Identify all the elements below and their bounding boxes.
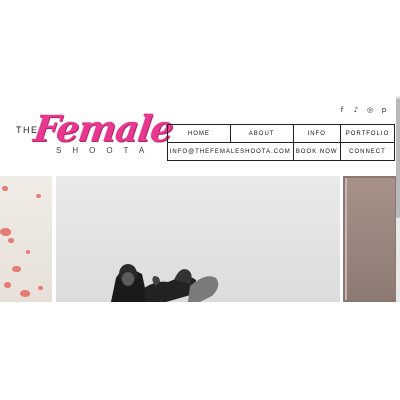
nav-connect[interactable]: CONNECT [339, 142, 396, 161]
social-links: f ♪ ◎ p [338, 106, 388, 114]
hero-left-panel [0, 176, 52, 302]
website: THE Female SHOOTA f ♪ ◎ p HOME ABOUT INF… [0, 96, 400, 302]
main-nav: HOME ABOUT INFO PORTFOLIO INFO@THEFEMALE… [167, 124, 396, 161]
hero-photo [56, 176, 340, 302]
nav-about[interactable]: ABOUT [229, 124, 294, 143]
nav-book-now[interactable]: BOOK NOW [292, 142, 341, 161]
model-photo [111, 264, 219, 302]
nav-info[interactable]: INFO [292, 124, 341, 143]
hero-right-image [345, 178, 395, 300]
instagram-icon[interactable]: ◎ [366, 106, 374, 114]
scrollbar-thumb[interactable] [396, 98, 400, 218]
logo-script: Female [31, 108, 176, 150]
nav-home[interactable]: HOME [167, 124, 231, 143]
facebook-icon[interactable]: f [338, 106, 346, 114]
pinterest-icon[interactable]: p [380, 106, 388, 114]
hero-right-panel [343, 176, 400, 302]
logo-subtitle: SHOOTA [56, 146, 156, 155]
tiktok-icon[interactable]: ♪ [352, 106, 360, 114]
brand-logo[interactable]: THE Female SHOOTA [14, 108, 175, 160]
nav-portfolio[interactable]: PORTFOLIO [339, 124, 396, 143]
scrollbar[interactable] [396, 96, 400, 302]
nav-email[interactable]: INFO@THEFEMALESHOOTA.COM [167, 142, 294, 161]
